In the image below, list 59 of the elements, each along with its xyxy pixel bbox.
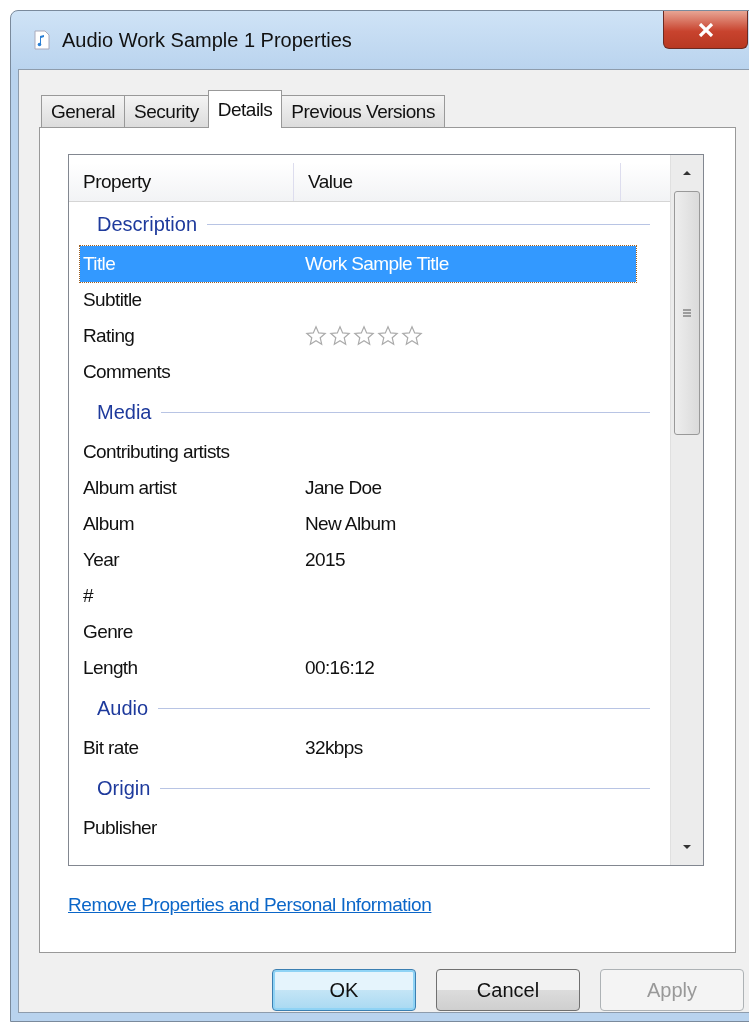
property-name: #	[82, 585, 95, 607]
column-header[interactable]: Property	[69, 163, 294, 201]
grip-icon	[682, 308, 692, 318]
property-row[interactable]: Rating	[80, 318, 636, 354]
scrollbar[interactable]	[670, 155, 703, 865]
rating-stars[interactable]	[305, 325, 423, 347]
property-value: Work Sample Title	[305, 253, 449, 275]
tab[interactable]: General	[41, 95, 126, 127]
property-name: Comments	[82, 361, 172, 383]
property-value: 00:16:12	[305, 657, 375, 679]
group-heading: Media	[97, 400, 152, 424]
property-name: Album artist	[82, 477, 178, 499]
property-row[interactable]: Subtitle	[80, 282, 636, 318]
property-row[interactable]: Album New Album	[80, 506, 636, 542]
property-value: 2015	[305, 549, 345, 571]
star-icon[interactable]	[353, 325, 375, 347]
property-row[interactable]: #	[80, 578, 636, 614]
property-name: Title	[82, 253, 117, 275]
star-icon[interactable]	[401, 325, 423, 347]
dialog-button[interactable]: OK	[272, 969, 416, 1011]
property-row[interactable]: Album artist Jane Doe	[80, 470, 636, 506]
property-name: Year	[82, 549, 121, 571]
tab[interactable]: Details	[207, 90, 283, 128]
property-value: 32kbps	[305, 737, 363, 759]
scroll-thumb[interactable]	[674, 191, 700, 435]
group-heading: Description	[97, 212, 198, 236]
window-title: Audio Work Sample 1 Properties	[62, 28, 352, 52]
scroll-down-icon[interactable]	[681, 843, 693, 851]
property-value: New Album	[305, 513, 396, 535]
group-heading: Origin	[97, 776, 151, 800]
property-name: Contributing artists	[82, 441, 231, 463]
property-row[interactable]: Publisher	[80, 810, 636, 846]
property-name: Publisher	[82, 817, 158, 839]
star-icon[interactable]	[377, 325, 399, 347]
remove-properties-link[interactable]: Remove Properties and Personal Information	[68, 894, 432, 916]
property-name: Length	[82, 657, 139, 679]
property-row[interactable]: Genre	[80, 614, 636, 650]
close-button[interactable]	[663, 11, 748, 49]
star-icon[interactable]	[305, 325, 327, 347]
property-row[interactable]: Year 2015	[80, 542, 636, 578]
music-file-icon	[34, 30, 50, 50]
dialog-button[interactable]: Cancel	[436, 969, 580, 1011]
column-header[interactable]: Value	[294, 163, 621, 201]
property-row[interactable]: Contributing artists	[80, 434, 636, 470]
property-name: Bit rate	[82, 737, 140, 759]
property-name: Rating	[82, 325, 136, 347]
tab[interactable]: Security	[124, 95, 209, 127]
property-row[interactable]: Bit rate 32kbps	[80, 730, 636, 766]
property-row[interactable]: Comments	[80, 354, 636, 390]
close-icon	[697, 22, 714, 37]
star-icon[interactable]	[329, 325, 351, 347]
property-row[interactable]: Length 00:16:12	[80, 650, 636, 686]
property-value: Jane Doe	[305, 477, 382, 499]
property-name: Subtitle	[82, 289, 143, 311]
property-name: Album	[82, 513, 135, 535]
scroll-up-icon[interactable]	[681, 169, 693, 177]
tab[interactable]: Previous Versions	[281, 95, 445, 127]
property-name: Genre	[82, 621, 134, 643]
group-heading: Audio	[97, 696, 149, 720]
